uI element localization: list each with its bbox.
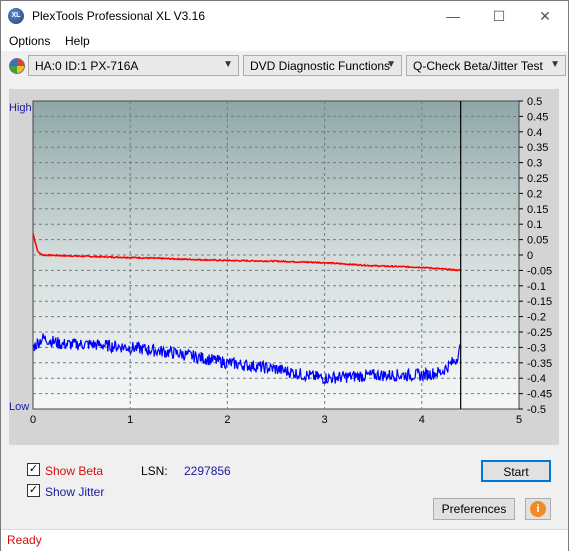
main-window: XL PlexTools Professional XL V3.16 — ☐ ✕… (0, 0, 569, 551)
menu-help[interactable]: Help (65, 34, 90, 48)
x-tick-label: 2 (224, 414, 230, 426)
chevron-down-icon: ▼ (223, 59, 233, 70)
y-tick-label: 0.2 (527, 188, 542, 200)
close-icon[interactable]: ✕ (522, 1, 568, 31)
y-tick-label: 0.05 (527, 235, 548, 247)
chevron-down-icon: ▼ (386, 59, 396, 70)
y-tick-label: -0.25 (527, 327, 552, 339)
test-select[interactable]: Q-Check Beta/Jitter Test ▼ (406, 55, 566, 76)
y-tick-label: -0.35 (527, 358, 552, 370)
minimize-icon[interactable]: — (430, 1, 476, 31)
chevron-down-icon: ▼ (550, 59, 560, 70)
y-tick-label: 0 (527, 250, 533, 262)
test-select-value: Q-Check Beta/Jitter Test (413, 59, 543, 73)
drive-select[interactable]: HA:0 ID:1 PX-716A ▼ (28, 55, 239, 76)
preferences-button[interactable]: Preferences (433, 498, 515, 520)
drive-icon (9, 58, 25, 74)
y-tick-label: 0.25 (527, 173, 548, 185)
y-tick-label: 0.4 (527, 127, 542, 139)
options-panel: ✓ Show Beta ✓ Show Jitter LSN: 2297856 S… (9, 453, 559, 527)
x-tick-label: 0 (30, 414, 36, 426)
menu-bar: Options Help (1, 31, 568, 51)
plextools-logo-icon: XL (8, 8, 24, 24)
status-text: Ready (7, 533, 42, 547)
function-select[interactable]: DVD Diagnostic Functions ▼ (243, 55, 402, 76)
drive-select-value: HA:0 ID:1 PX-716A (35, 59, 139, 73)
lsn-label: LSN: (141, 464, 168, 478)
chart-panel: High Low 012345 0.5 0.45 0.4 0.35 0.3 0.25 0.2… (9, 89, 559, 445)
y-tick-label: -0.4 (527, 373, 546, 385)
show-jitter-label: Show Jitter (45, 485, 105, 499)
show-beta-label: Show Beta (45, 464, 104, 478)
x-tick-label: 1 (127, 414, 133, 426)
y-tick-label: -0.5 (527, 404, 546, 416)
info-icon: i (530, 501, 546, 517)
toolbar: HA:0 ID:1 PX-716A ▼ DVD Diagnostic Funct… (1, 51, 568, 81)
x-tick-label: 5 (516, 414, 522, 426)
start-button[interactable]: Start (481, 460, 551, 482)
y-tick-label: -0.1 (527, 281, 546, 293)
y-tick-label: 0.45 (527, 111, 548, 123)
y-tick-label: -0.15 (527, 296, 552, 308)
y-tick-label: -0.3 (527, 342, 546, 354)
y-tick-label: 0.3 (527, 158, 542, 170)
lsn-value: 2297856 (184, 464, 231, 478)
show-jitter-checkbox[interactable]: ✓ (27, 484, 40, 497)
x-tick-label: 3 (322, 414, 328, 426)
y-tick-label: 0.1 (527, 219, 542, 231)
y-tick-label: -0.2 (527, 312, 546, 324)
function-select-value: DVD Diagnostic Functions (250, 59, 391, 73)
y-tick-label: -0.45 (527, 389, 552, 401)
beta-jitter-chart: 0 1 2 3 4 5 0.5 0.45 0.4 0.35 0.3 0.25 0.2 0.15 0.1 0.… (30, 96, 552, 426)
maximize-icon[interactable]: ☐ (476, 1, 522, 31)
y-tick-label: 0.5 (527, 96, 542, 108)
y-tick-label: 0.35 (527, 142, 548, 154)
x-tick-label: 4 (419, 414, 425, 426)
status-bar: Ready (1, 529, 568, 551)
window-title: PlexTools Professional XL V3.16 (32, 9, 205, 23)
y-tick-label: 0.15 (527, 204, 548, 216)
info-button[interactable]: i (525, 498, 551, 520)
show-beta-checkbox[interactable]: ✓ (27, 463, 40, 476)
menu-options[interactable]: Options (9, 34, 50, 48)
title-bar: XL PlexTools Professional XL V3.16 — ☐ ✕ (1, 1, 568, 31)
y-tick-label: -0.05 (527, 265, 552, 277)
